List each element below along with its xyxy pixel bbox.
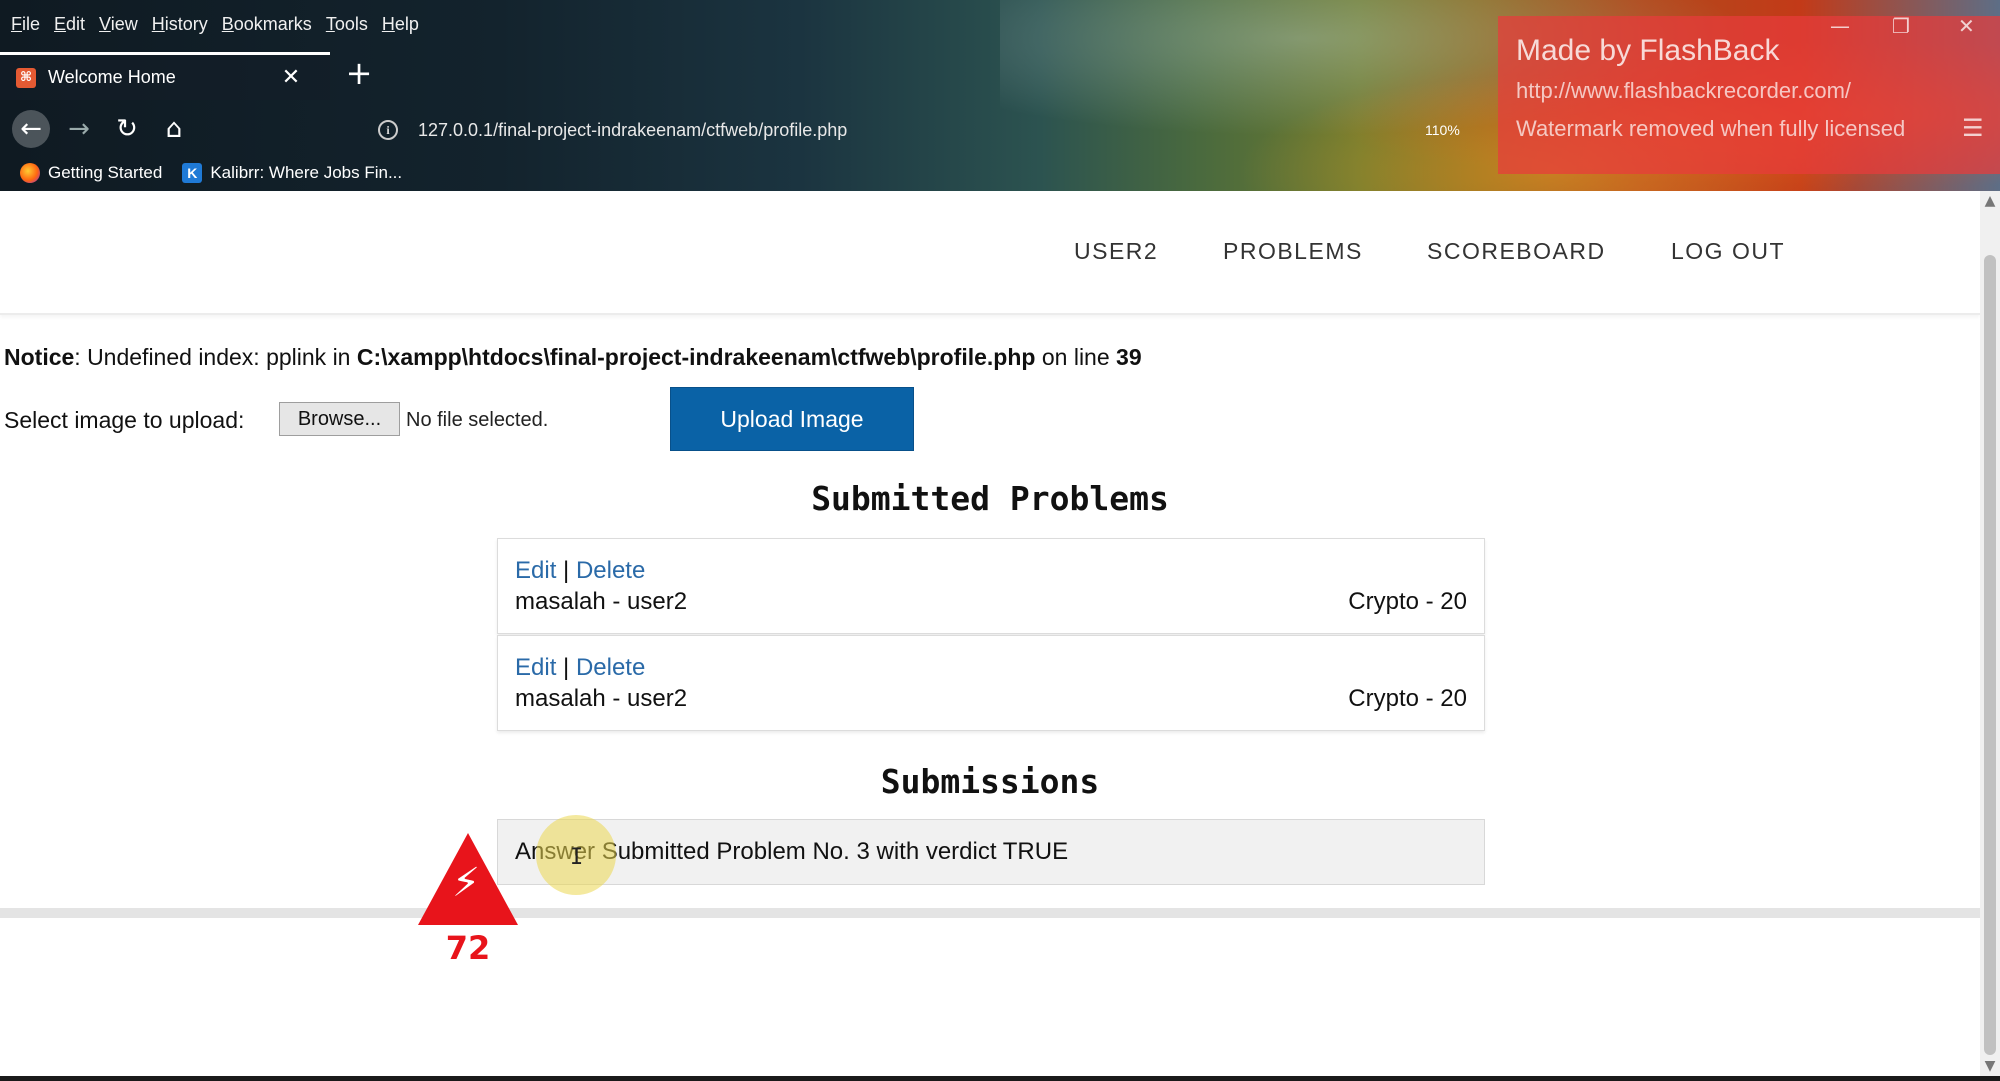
notice-label: Notice: [4, 344, 75, 370]
nav-problems[interactable]: PROBLEMS: [1223, 238, 1363, 265]
menu-edit[interactable]: Edit: [54, 14, 85, 35]
problem-actions: Edit | Delete: [515, 557, 645, 585]
tab-title: Welcome Home: [48, 67, 176, 87]
edit-link[interactable]: Edit: [515, 654, 556, 681]
watermark-url: http://www.flashbackrecorder.com/: [1516, 78, 1852, 103]
problem-category: Crypto - 20: [1348, 685, 1467, 712]
url-bar[interactable]: i 127.0.0.1/final-project-indrakeenam/ct…: [378, 112, 1478, 148]
window-bottom-edge: [0, 1076, 2000, 1081]
menu-file[interactable]: File: [11, 14, 40, 35]
bookmarks-toolbar: Getting Started K Kalibrr: Where Jobs Fi…: [0, 156, 402, 190]
nav-user[interactable]: USER2: [1074, 238, 1158, 265]
submitted-problems-heading: Submitted Problems: [811, 479, 1169, 518]
action-separator: |: [556, 557, 576, 584]
edit-link[interactable]: Edit: [515, 557, 556, 584]
info-icon[interactable]: i: [378, 120, 398, 140]
browser-tab[interactable]: ⌘ Welcome Home ✕: [0, 52, 330, 100]
new-tab-button[interactable]: +: [340, 56, 378, 94]
close-icon[interactable]: ✕: [1958, 14, 1975, 38]
menu-bar: File Edit View History Bookmarks Tools H…: [0, 6, 419, 42]
bookmark-label: Getting Started: [48, 163, 163, 182]
problem-name: masalah - user2: [515, 588, 688, 615]
url-text[interactable]: 127.0.0.1/final-project-indrakeenam/ctfw…: [418, 120, 847, 141]
notice-message: : Undefined index: pplink in: [74, 344, 357, 370]
watermark-note: Watermark removed when fully licensed: [1516, 116, 1906, 141]
page-viewport: USER2 PROBLEMS SCOREBOARD LOG OUT Notice…: [0, 191, 1980, 1076]
problem-card: Edit | Delete masalah - user2 Crypto - 2…: [497, 635, 1485, 731]
menu-icon[interactable]: ☰: [1962, 114, 1984, 142]
submissions-heading: Submissions: [880, 762, 1100, 801]
menu-view[interactable]: View: [99, 14, 138, 35]
bookmark-kalibrr[interactable]: K Kalibrr: Where Jobs Fin...: [182, 163, 402, 183]
menu-bookmarks[interactable]: Bookmarks: [222, 14, 312, 35]
php-notice: Notice: Undefined index: pplink in C:\xa…: [4, 344, 1142, 371]
scroll-up-icon[interactable]: ▲: [1980, 193, 2000, 209]
upload-image-button[interactable]: Upload Image: [670, 387, 914, 451]
lightning-bolt-icon: ⚡: [452, 860, 481, 906]
browse-button[interactable]: Browse...: [279, 402, 400, 436]
xampp-favicon-icon: ⌘: [16, 67, 36, 88]
nav-scoreboard[interactable]: SCOREBOARD: [1427, 238, 1606, 265]
nav-logout[interactable]: LOG OUT: [1671, 238, 1785, 265]
notice-path: C:\xampp\htdocs\final-project-indrakeena…: [356, 344, 1036, 370]
site-navbar: USER2 PROBLEMS SCOREBOARD LOG OUT: [0, 191, 1980, 315]
k-icon: K: [182, 163, 203, 183]
problem-category: Crypto - 20: [1348, 588, 1467, 615]
menu-help[interactable]: Help: [382, 14, 419, 35]
problem-actions: Edit | Delete: [515, 654, 645, 682]
zoom-level[interactable]: 110%: [1425, 122, 1460, 138]
bookmark-label: Kalibrr: Where Jobs Fin...: [210, 163, 403, 182]
upload-label: Select image to upload:: [4, 407, 245, 433]
problem-name: masalah - user2: [515, 685, 688, 712]
window-controls: — ❐ ✕: [1820, 14, 2000, 44]
recorder-badge: ⚡ 72: [418, 833, 518, 973]
restore-icon[interactable]: ❐: [1892, 14, 1910, 38]
scrollbar-thumb[interactable]: [1984, 255, 1996, 1055]
watermark-title: Made by FlashBack: [1516, 34, 1780, 67]
submission-item: Answer Submitted Problem No. 3 with verd…: [497, 819, 1485, 885]
text-cursor-icon: I: [570, 845, 584, 870]
scroll-down-icon[interactable]: ▼: [1980, 1058, 2000, 1074]
forward-arrow-icon[interactable]: →: [60, 110, 98, 148]
notice-line-number: 39: [1116, 344, 1142, 370]
tab-close-icon[interactable]: ✕: [278, 65, 304, 90]
notice-on-line: on line: [1035, 344, 1117, 370]
back-arrow-icon[interactable]: ←: [12, 110, 50, 148]
home-icon[interactable]: ⌂: [155, 110, 193, 148]
badge-count: 72: [445, 929, 491, 967]
menu-history[interactable]: History: [152, 14, 208, 35]
file-status: No file selected.: [406, 409, 549, 431]
reload-icon[interactable]: ↻: [108, 110, 146, 148]
delete-link[interactable]: Delete: [576, 654, 645, 681]
upload-form: Select image to upload: Browse... No fil…: [4, 387, 1004, 457]
problem-card: Edit | Delete masalah - user2 Crypto - 2…: [497, 538, 1485, 634]
delete-link[interactable]: Delete: [576, 557, 645, 584]
minimize-icon[interactable]: —: [1830, 14, 1850, 38]
firefox-icon: [20, 163, 40, 183]
browser-chrome: File Edit View History Bookmarks Tools H…: [0, 0, 2000, 191]
vertical-scrollbar[interactable]: ▲ ▼: [1980, 191, 2000, 1076]
menu-tools[interactable]: Tools: [326, 14, 368, 35]
footer-divider: [0, 908, 1980, 918]
action-separator: |: [556, 654, 576, 681]
bookmark-getting-started[interactable]: Getting Started: [20, 163, 162, 183]
